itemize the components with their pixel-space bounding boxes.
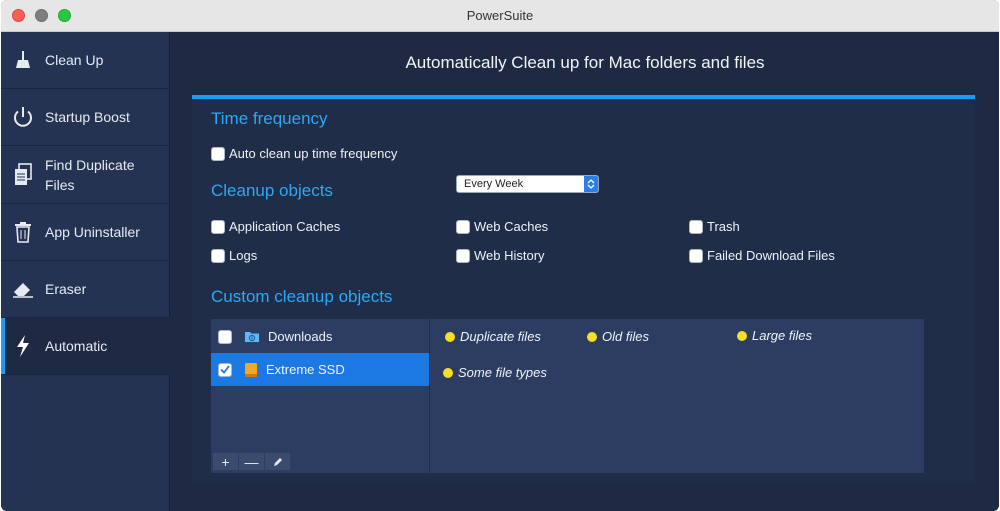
frequency-select[interactable]: Every Week [456, 175, 599, 193]
checkbox-label: Trash [707, 219, 740, 234]
section-title-time-frequency: Time frequency [211, 109, 328, 128]
duplicate-files-icon [1, 162, 45, 187]
folder-icon [244, 330, 260, 343]
tag-dot [443, 367, 453, 378]
checkbox-label: Logs [229, 248, 258, 263]
tag-label: Large files [752, 328, 812, 343]
tag-old-files[interactable]: Old files [587, 329, 649, 344]
tag-large-files[interactable]: Large files [737, 328, 812, 343]
sidebar-item-label: Find Duplicate Files [45, 156, 135, 193]
settings-panel: Time frequency Auto clean up time freque… [192, 95, 975, 485]
sidebar-item-clean-up[interactable]: Clean Up [1, 32, 170, 89]
app-window: PowerSuite Clean Up Startup Boost Find D… [1, 0, 999, 511]
window-title: PowerSuite [466, 8, 534, 23]
logs-checkbox[interactable] [211, 248, 225, 263]
failed-download-files-checkbox[interactable] [689, 248, 703, 263]
application-caches-option[interactable]: Application Caches [211, 219, 340, 234]
tag-label: Duplicate files [460, 329, 541, 344]
sidebar-item-label: Clean Up [45, 52, 104, 68]
list-item-extreme-ssd[interactable]: Extreme SSD [211, 353, 429, 386]
title-bar: PowerSuite [1, 0, 999, 32]
sidebar-item-label: App Uninstaller [45, 224, 140, 240]
eraser-icon [1, 280, 45, 298]
main-content: Automatically Clean up for Mac folders a… [171, 32, 999, 511]
tag-dot [737, 330, 747, 341]
auto-clean-frequency-option[interactable]: Auto clean up time frequency [211, 146, 397, 161]
checkbox-label: Failed Download Files [707, 248, 835, 263]
close-window-button[interactable] [12, 9, 25, 22]
failed-download-files-option[interactable]: Failed Download Files [689, 248, 835, 263]
extreme-ssd-checkbox[interactable] [218, 362, 232, 377]
section-title-cleanup-objects: Cleanup objects [211, 181, 333, 200]
sidebar-item-startup-boost[interactable]: Startup Boost [1, 89, 170, 146]
lightning-icon [1, 334, 45, 358]
broom-icon [1, 50, 45, 70]
sidebar-item-label: Eraser [45, 281, 87, 297]
tag-dot [445, 331, 455, 342]
checkbox-label: Application Caches [229, 219, 341, 234]
trash-icon [1, 221, 45, 243]
trash-checkbox[interactable] [689, 219, 703, 234]
web-history-option[interactable]: Web History [456, 248, 545, 263]
sidebar-item-label: Startup Boost [45, 109, 130, 125]
custom-folder-list: Downloads Extreme SSD + — [211, 319, 429, 473]
sidebar-item-find-duplicate-files[interactable]: Find Duplicate Files [1, 146, 170, 204]
power-icon [1, 105, 45, 129]
checkmark-icon [220, 365, 230, 374]
checkbox-label: Auto clean up time frequency [229, 146, 398, 161]
list-item-label: Downloads [268, 329, 333, 344]
checkbox-label: Web Caches [474, 219, 549, 234]
sidebar-item-label: Automatic [45, 338, 108, 354]
application-caches-checkbox[interactable] [211, 219, 225, 234]
accent-bar [192, 95, 975, 99]
frequency-select-value: Every Week [464, 178, 524, 190]
drive-icon [244, 362, 258, 378]
tag-some-file-types[interactable]: Some file types [443, 365, 547, 380]
remove-folder-button[interactable]: — [239, 453, 264, 470]
trash-option[interactable]: Trash [689, 219, 740, 234]
tag-dot [587, 331, 597, 342]
checkbox-label: Web History [474, 248, 545, 263]
sidebar: Clean Up Startup Boost Find Duplicate Fi… [1, 32, 170, 511]
web-caches-option[interactable]: Web Caches [456, 219, 548, 234]
add-folder-button[interactable]: + [213, 453, 238, 470]
sidebar-item-automatic[interactable]: Automatic [1, 318, 170, 375]
zoom-window-button[interactable] [58, 9, 71, 22]
logs-option[interactable]: Logs [211, 248, 257, 263]
file-rules-panel: Duplicate files Old files Large files So… [430, 319, 924, 473]
minimize-window-button[interactable] [35, 9, 48, 22]
list-toolbar: + — [213, 453, 290, 470]
web-history-checkbox[interactable] [456, 248, 470, 263]
list-item-downloads[interactable]: Downloads [211, 320, 429, 353]
chevron-up-down-icon [584, 176, 598, 192]
tag-duplicate-files[interactable]: Duplicate files [445, 329, 541, 344]
auto-clean-frequency-checkbox[interactable] [211, 146, 225, 161]
edit-folder-button[interactable] [265, 453, 290, 470]
page-title: Automatically Clean up for Mac folders a… [405, 53, 765, 72]
downloads-checkbox[interactable] [218, 329, 232, 344]
web-caches-checkbox[interactable] [456, 219, 470, 234]
pencil-icon [273, 457, 282, 466]
sidebar-item-app-uninstaller[interactable]: App Uninstaller [1, 204, 170, 261]
sidebar-item-eraser[interactable]: Eraser [1, 261, 170, 318]
section-title-custom-cleanup-objects: Custom cleanup objects [211, 287, 393, 306]
list-item-label: Extreme SSD [266, 362, 345, 377]
tag-label: Some file types [458, 365, 547, 380]
tag-label: Old files [602, 329, 649, 344]
